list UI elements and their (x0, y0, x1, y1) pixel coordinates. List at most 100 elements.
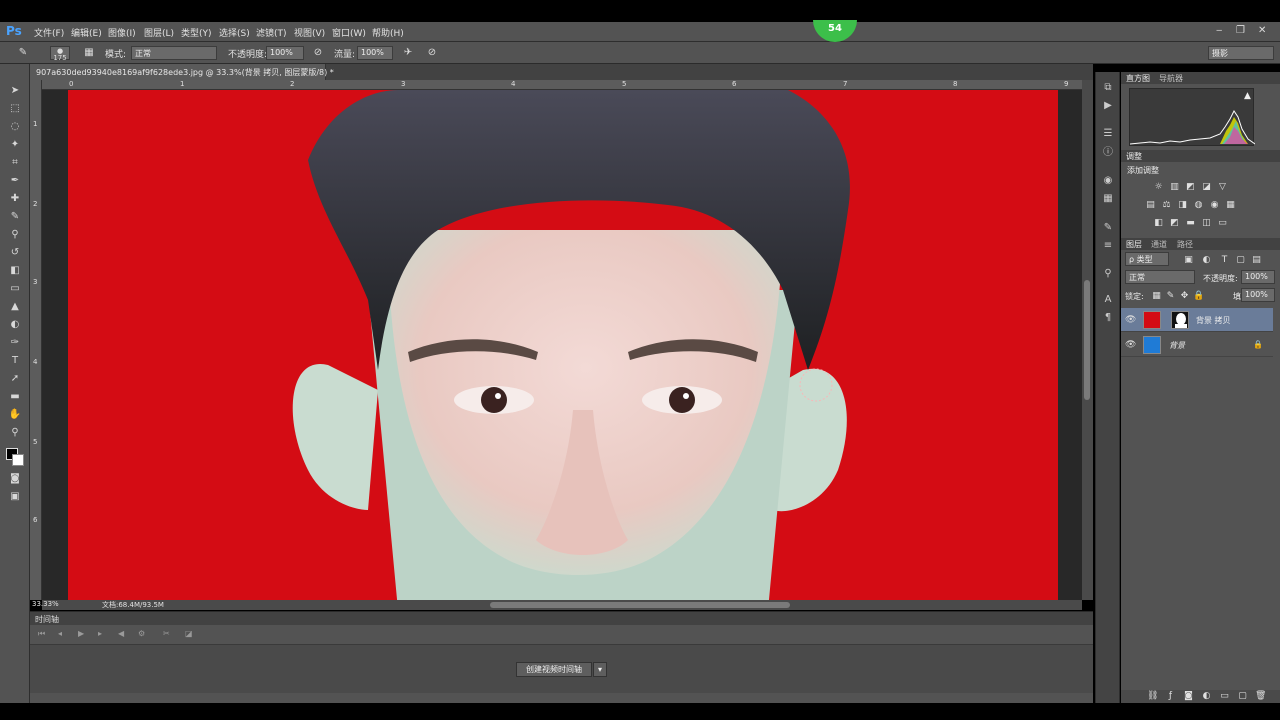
chevron-down-icon[interactable]: ▾ (593, 662, 607, 677)
first-frame-icon[interactable]: ⏮ (38, 629, 45, 639)
type-tool-icon[interactable]: T (7, 354, 23, 368)
menu-window[interactable]: 窗口(W) (332, 26, 366, 39)
filter-smart-icon[interactable]: ▤ (1251, 255, 1262, 265)
path-select-icon[interactable]: ➚ (7, 372, 23, 386)
dodge-tool-icon[interactable]: ◐ (7, 318, 23, 332)
lock-position-icon[interactable]: ✥ (1179, 291, 1190, 301)
invert-icon[interactable]: ◧ (1153, 218, 1164, 228)
layer-filter-select[interactable]: ρ 类型 (1125, 252, 1169, 266)
warning-icon[interactable]: ▲ (1244, 91, 1251, 101)
layer-opacity-input[interactable]: 100% (1241, 270, 1275, 284)
brush-preset-picker[interactable]: ● 175 (50, 46, 70, 62)
add-mask-icon[interactable]: ◙ (1183, 691, 1194, 701)
layer-mask-thumbnail[interactable] (1171, 311, 1189, 329)
photo-filter-icon[interactable]: ◍ (1193, 200, 1204, 210)
filter-shape-icon[interactable]: ▢ (1235, 255, 1246, 265)
hand-tool-icon[interactable]: ✋ (7, 408, 23, 422)
create-video-timeline-button[interactable]: 创建视频时间轴 (516, 662, 592, 677)
brush-icon[interactable]: ✎ (7, 210, 23, 224)
swatches-icon[interactable]: ▦ (1102, 193, 1114, 205)
brush-tool-icon[interactable]: ✎ (16, 46, 30, 60)
eyedropper-icon[interactable]: ✒ (7, 174, 23, 188)
new-layer-icon[interactable]: ▢ (1237, 691, 1248, 701)
brush-panel-icon[interactable]: ▦ (82, 46, 96, 60)
brightness-icon[interactable]: ☼ (1153, 182, 1164, 192)
link-layers-icon[interactable]: ⛓ (1147, 691, 1158, 701)
eye-icon[interactable]: 👁 (1125, 340, 1136, 350)
tab-paths[interactable]: 路径 (1177, 239, 1193, 250)
tab-adjustments[interactable]: 调整 (1126, 151, 1142, 162)
document-size[interactable]: 文档:68.4M/93.5M (102, 600, 164, 610)
split-icon[interactable]: ✂ (163, 629, 170, 638)
close-button[interactable]: ✕ (1258, 25, 1266, 36)
selective-color-icon[interactable]: ◫ (1201, 218, 1212, 228)
menu-file[interactable]: 文件(F) (34, 26, 64, 39)
menu-filter[interactable]: 滤镜(T) (256, 26, 287, 39)
flow-input[interactable]: 100% (357, 46, 393, 60)
menu-view[interactable]: 视图(V) (294, 26, 325, 39)
menu-layer[interactable]: 图层(L) (144, 26, 174, 39)
tab-navigator[interactable]: 导航器 (1159, 73, 1183, 84)
canvas-area[interactable] (42, 90, 1082, 600)
vertical-scrollbar[interactable] (1082, 80, 1093, 600)
new-adjustment-icon[interactable]: ◐ (1201, 691, 1212, 701)
lock-paint-icon[interactable]: ✎ (1165, 291, 1176, 301)
threshold-icon[interactable]: ▬ (1185, 218, 1196, 228)
character-icon[interactable]: A (1102, 294, 1114, 306)
brush-settings-icon[interactable]: ≡ (1102, 240, 1114, 252)
tab-histogram[interactable]: 直方图 (1126, 73, 1150, 84)
screen-mode-icon[interactable]: ▣ (7, 490, 23, 504)
tab-channels[interactable]: 通道 (1151, 239, 1167, 250)
crop-tool-icon[interactable]: ⌗ (7, 156, 23, 170)
document-tab[interactable]: 907a630ded93940e8169af9f628ede3.jpg @ 33… (30, 64, 334, 80)
posterize-icon[interactable]: ◩ (1169, 218, 1180, 228)
new-group-icon[interactable]: ▭ (1219, 691, 1230, 701)
fill-input[interactable]: 100% (1241, 288, 1275, 302)
shape-tool-icon[interactable]: ▬ (7, 390, 23, 404)
quick-mask-icon[interactable]: ◙ (7, 472, 23, 486)
pressure-size-icon[interactable]: ⊘ (425, 46, 439, 60)
channel-mixer-icon[interactable]: ◉ (1209, 200, 1220, 210)
opacity-input[interactable]: 100% (266, 46, 304, 60)
lock-pixels-icon[interactable]: ▦ (1151, 291, 1162, 301)
audio-icon[interactable]: ◀ (118, 629, 124, 638)
tab-layers[interactable]: 图层 (1126, 239, 1142, 250)
color-balance-icon[interactable]: ⚖ (1161, 200, 1172, 210)
levels-icon[interactable]: ▥ (1169, 182, 1180, 192)
background-color-swatch[interactable] (12, 454, 24, 466)
blur-tool-icon[interactable]: ▲ (7, 300, 23, 314)
move-tool-icon[interactable]: ➤ (7, 84, 23, 98)
curves-icon[interactable]: ◩ (1185, 182, 1196, 192)
menu-image[interactable]: 图像(I) (108, 26, 136, 39)
color-icon[interactable]: ◉ (1102, 175, 1114, 187)
scroll-thumb[interactable] (490, 602, 790, 608)
eraser-icon[interactable]: ◧ (7, 264, 23, 278)
brush-presets-icon[interactable]: ✎ (1102, 222, 1114, 234)
paragraph-icon[interactable]: ¶ (1102, 312, 1114, 324)
airbrush-icon[interactable]: ✈ (401, 46, 415, 60)
pressure-opacity-icon[interactable]: ⊘ (311, 46, 325, 60)
workspace-select[interactable]: 摄影 (1208, 46, 1274, 60)
marquee-tool-icon[interactable]: ⬚ (7, 102, 23, 116)
zoom-level[interactable]: 33.33% (32, 600, 59, 608)
vibrance-icon[interactable]: ▽ (1217, 182, 1228, 192)
settings-icon[interactable]: ⚙ (138, 629, 145, 638)
menu-edit[interactable]: 编辑(E) (71, 26, 102, 39)
next-frame-icon[interactable]: ▸ (98, 629, 102, 638)
play-icon[interactable]: ▶ (78, 629, 84, 638)
black-white-icon[interactable]: ◨ (1177, 200, 1188, 210)
magic-wand-icon[interactable]: ✦ (7, 138, 23, 152)
properties-icon[interactable]: ☰ (1102, 128, 1114, 140)
filter-type-icon[interactable]: T (1219, 255, 1230, 265)
filter-adjust-icon[interactable]: ◐ (1201, 255, 1212, 265)
eye-icon[interactable]: 👁 (1125, 315, 1136, 325)
clone-stamp-icon[interactable]: ⚲ (7, 228, 23, 242)
restore-button[interactable]: ❐ (1236, 25, 1245, 36)
filter-pixel-icon[interactable]: ▣ (1183, 255, 1194, 265)
pen-tool-icon[interactable]: ✑ (7, 336, 23, 350)
layer-row-background[interactable]: 👁 背景 🔒 (1121, 333, 1273, 357)
menu-select[interactable]: 选择(S) (219, 26, 250, 39)
clone-source-icon[interactable]: ⚲ (1102, 268, 1114, 280)
mode-select[interactable]: 正常 (131, 46, 217, 60)
history-icon[interactable]: ⧉ (1102, 82, 1114, 94)
